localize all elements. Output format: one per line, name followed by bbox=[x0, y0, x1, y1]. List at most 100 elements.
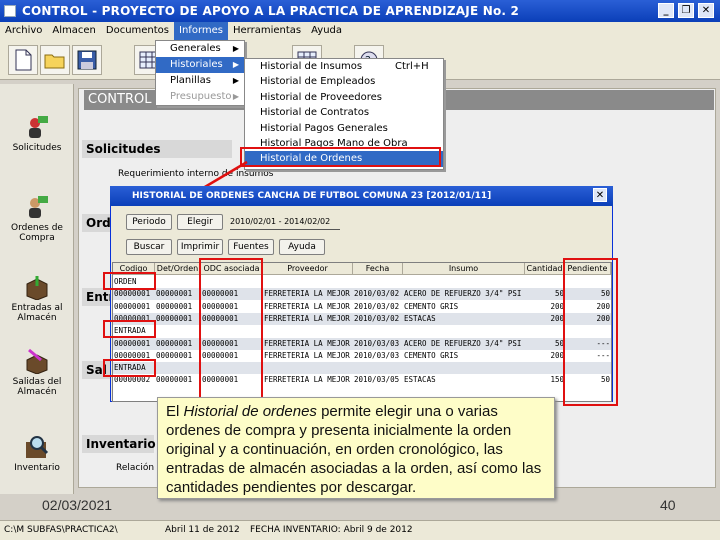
grid-cell: 150 bbox=[550, 375, 564, 385]
annotation-box-menu bbox=[240, 147, 441, 167]
menubar: Archivo Almacen Documentos Informes Herr… bbox=[0, 22, 720, 40]
menu-herramientas[interactable]: Herramientas bbox=[228, 22, 306, 40]
status-date: Abril 11 de 2012 bbox=[165, 525, 240, 535]
sidebar-label: Solicitudes bbox=[12, 143, 62, 153]
annotation-box-odc bbox=[199, 258, 263, 404]
grid-row[interactable]: 00000001 00000001 00000001 FERRETERIA LA ME… bbox=[113, 350, 611, 362]
menu-ayuda[interactable]: Ayuda bbox=[306, 22, 347, 40]
menu-item-historial-pagos-generales[interactable]: Historial Pagos Generales bbox=[245, 121, 443, 136]
grid-cell: 200 bbox=[550, 301, 564, 311]
imprimir-button[interactable]: Imprimir bbox=[177, 239, 223, 255]
menu-item-historial-contratos[interactable]: Historial de Contratos bbox=[245, 105, 443, 120]
period-underline bbox=[230, 229, 340, 230]
grid-cell: CEMENTO GRIS bbox=[404, 301, 459, 311]
sidebar-label: Ordenes de Compra bbox=[11, 223, 63, 243]
grid-cell: FERRETERIA LA MEJOR bbox=[264, 350, 350, 360]
grid-cell: 50 bbox=[554, 338, 564, 348]
new-document-button[interactable] bbox=[8, 45, 38, 75]
menu-item-generales[interactable]: Generales ▶ bbox=[156, 41, 244, 57]
chevron-right-icon: ▶ bbox=[232, 60, 239, 69]
ordenes-grid[interactable]: Codigo Det/Orden ODC asociada Proveedor Fech… bbox=[112, 262, 612, 402]
grid-cell: 00000001 bbox=[156, 375, 193, 385]
footer-date: 02/03/2021 bbox=[42, 497, 113, 513]
grid-cell: FERRETERIA LA MEJOR bbox=[264, 301, 350, 311]
minimize-icon[interactable]: _ bbox=[658, 3, 674, 18]
sidebar-item-salidas[interactable]: Salidas del Almacén bbox=[0, 348, 74, 397]
grid-cell: FERRETERIA LA MEJOR bbox=[264, 338, 350, 348]
grid-cell: 00000001 bbox=[114, 289, 151, 299]
grid-row[interactable]: 00000001 00000001 00000001 FERRETERIA LA ME… bbox=[113, 301, 611, 313]
grid-header-insumo[interactable]: Insumo bbox=[403, 263, 525, 275]
chevron-right-icon: ▶ bbox=[232, 44, 239, 53]
status-inventory-date: FECHA INVENTARIO: Abril 9 de 2012 bbox=[250, 525, 413, 535]
ayuda-button[interactable]: Ayuda bbox=[279, 239, 325, 255]
grid-cell: CEMENTO GRIS bbox=[404, 350, 459, 360]
menu-item-planillas[interactable]: Planillas ▶ bbox=[156, 73, 244, 89]
grid-cell: 50 bbox=[554, 289, 564, 299]
grid-cell: 00000001 bbox=[114, 338, 151, 348]
annotation-box-orden bbox=[103, 272, 156, 290]
close-icon[interactable]: ✕ bbox=[698, 3, 714, 18]
periodo-button[interactable]: Periodo bbox=[126, 214, 172, 230]
inventario-subtext[interactable]: Relación bbox=[116, 463, 154, 473]
grid-cell: 00000001 bbox=[156, 301, 193, 311]
section-ordenes[interactable]: Ord bbox=[82, 214, 111, 232]
grid-row[interactable]: 00000002 00000001 00000001 FERRETERIA LA ME… bbox=[113, 374, 611, 386]
menu-item-historial-proveedores[interactable]: Historial de Proveedores bbox=[245, 90, 443, 105]
menu-archivo[interactable]: Archivo bbox=[0, 22, 47, 40]
grid-cell: ESTACAS bbox=[404, 313, 436, 323]
grid-header-proveedor[interactable]: Proveedor bbox=[263, 263, 353, 275]
menu-item-presupuesto: Presupuesto ▶ bbox=[156, 89, 244, 105]
dialog-close-icon[interactable]: ✕ bbox=[593, 188, 607, 202]
dialog-title: HISTORIAL DE ORDENES CANCHA DE FUTBOL CO… bbox=[132, 191, 492, 201]
menu-item-historiales[interactable]: Historiales ▶ bbox=[156, 57, 244, 73]
open-folder-button[interactable] bbox=[40, 45, 70, 75]
save-button[interactable] bbox=[72, 45, 102, 75]
window-titlebar: CONTROL - PROYECTO DE APOYO A LA PRACTIC… bbox=[0, 0, 720, 22]
box-out-icon bbox=[24, 348, 50, 375]
grid-group-row[interactable]: ENTRADA bbox=[113, 325, 611, 337]
grid-header-det-orden[interactable]: Det/Orden bbox=[155, 263, 201, 275]
new-document-icon bbox=[15, 49, 32, 71]
grid-group-row[interactable]: ENTRADA bbox=[113, 362, 611, 375]
grid-row[interactable]: 00000001 00000001 00000001 FERRETERIA LA ME… bbox=[113, 337, 611, 350]
grid-cell: 2010/03/03 bbox=[354, 350, 400, 360]
chevron-right-icon: ▶ bbox=[232, 76, 239, 85]
sidebar-item-entradas[interactable]: Entradas al Almacén bbox=[0, 274, 74, 323]
statusbar: C:\M SUBFAS\PRACTICA2\ Abril 11 de 2012 … bbox=[0, 520, 720, 540]
grid-header-fecha[interactable]: Fecha bbox=[353, 263, 403, 275]
sidebar-item-solicitudes[interactable]: Solicitudes bbox=[0, 114, 74, 153]
menu-almacen[interactable]: Almacen bbox=[47, 22, 100, 40]
grid-group-row[interactable]: ORDEN bbox=[113, 276, 611, 288]
sidebar-label: Inventario bbox=[14, 463, 60, 473]
fuentes-button[interactable]: Fuentes bbox=[228, 239, 274, 255]
sidebar-item-ordenes[interactable]: Ordenes de Compra bbox=[0, 194, 74, 243]
open-folder-icon bbox=[44, 54, 65, 69]
informes-menu: Generales ▶ Historiales ▶ Planillas ▶ Presu… bbox=[155, 40, 245, 106]
solicitudes-icon bbox=[24, 114, 50, 140]
grid-cell: 00000001 bbox=[156, 289, 193, 299]
grid-cell: FERRETERIA LA MEJOR bbox=[264, 375, 350, 385]
grid-cell: ACERO DE REFUERZO 3/4" PSI bbox=[404, 289, 522, 299]
grid-cell: 00000001 bbox=[114, 301, 151, 311]
grid-cell: 2010/03/05 bbox=[354, 375, 400, 385]
maximize-icon[interactable]: ❐ bbox=[678, 3, 694, 18]
grid-cell: 00000001 bbox=[156, 313, 193, 323]
grid-header-cantidad[interactable]: Cantidad bbox=[525, 263, 565, 275]
menu-item-historial-empleados[interactable]: Historial de Empleados bbox=[245, 74, 443, 89]
period-range: 2010/02/01 - 2014/02/02 bbox=[230, 217, 331, 226]
sidebar-item-inventario[interactable]: Inventario bbox=[0, 434, 74, 473]
grid-row[interactable]: 00000001 00000001 00000001 FERRETERIA LA ME… bbox=[113, 288, 611, 301]
magnifier-icon bbox=[24, 434, 50, 460]
grid-row[interactable]: 00000001 00000001 00000001 FERRETERIA LA ME… bbox=[113, 312, 611, 325]
menu-item-historial-insumos[interactable]: Historial de Insumos Ctrl+H bbox=[245, 59, 443, 74]
dialog-titlebar: HISTORIAL DE ORDENES CANCHA DE FUTBOL CO… bbox=[110, 186, 613, 206]
section-entradas[interactable]: Entr bbox=[82, 288, 114, 306]
section-inventario[interactable]: Inventario bbox=[82, 435, 156, 453]
section-solicitudes[interactable]: Solicitudes bbox=[82, 140, 232, 158]
elegir-button[interactable]: Elegir bbox=[177, 214, 223, 230]
grid-cell: 2010/03/02 bbox=[354, 301, 400, 311]
menu-informes[interactable]: Informes bbox=[174, 22, 228, 40]
buscar-button[interactable]: Buscar bbox=[126, 239, 172, 255]
menu-documentos[interactable]: Documentos bbox=[101, 22, 174, 40]
